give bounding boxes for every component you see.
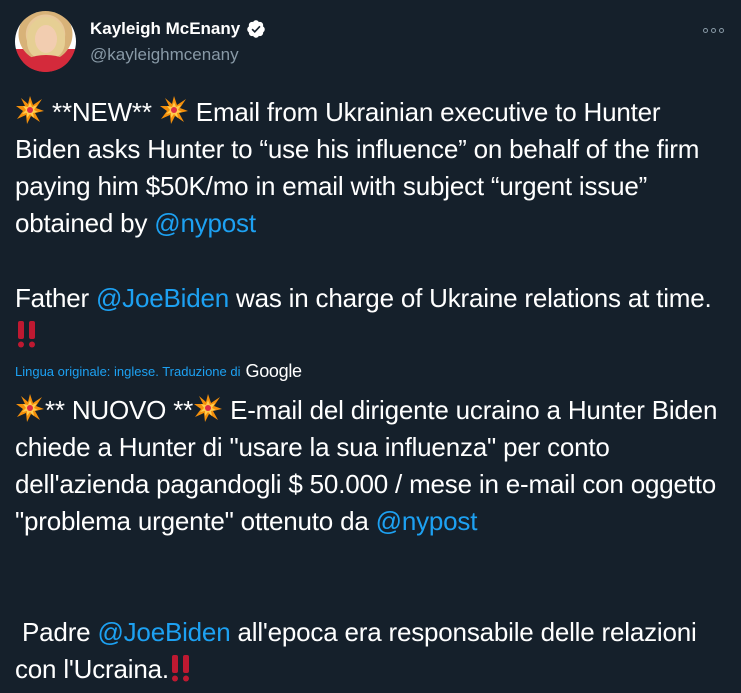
translated-text-paragraph-2: Padre @JoeBiden all'epoca era responsabi… — [15, 614, 730, 688]
translated-new-label: ** NUOVO ** — [45, 395, 194, 425]
verified-badge-icon — [246, 19, 266, 39]
double-exclamation-icon — [15, 319, 39, 349]
translated-padre-text: Padre — [15, 617, 98, 647]
collision-emoji-icon — [15, 95, 45, 125]
collision-emoji-icon — [15, 393, 45, 423]
translated-mention-joebiden-link[interactable]: @JoeBiden — [97, 617, 230, 647]
avatar-face — [35, 25, 57, 53]
author-name-row: Kayleigh McEnany — [90, 19, 266, 39]
translated-text-paragraph-1: ** NUOVO ** E-mail del dirigente ucraino… — [15, 392, 730, 540]
translation-label[interactable]: Lingua originale: inglese. Traduzione di — [15, 364, 241, 379]
google-logo: Google — [245, 361, 303, 381]
tweet-new-label: **NEW** — [45, 97, 159, 127]
translation-attribution: Lingua originale: inglese. Traduzione di… — [15, 361, 302, 382]
tweet-text-paragraph-2: Father @JoeBiden was in charge of Ukrain… — [15, 280, 730, 354]
tweet-father-text: Father — [15, 283, 96, 313]
tweet-ukraine-text: was in charge of Ukraine relations at ti… — [228, 283, 712, 313]
mention-joebiden-link[interactable]: @JoeBiden — [96, 283, 229, 313]
collision-emoji-icon — [159, 95, 189, 125]
avatar[interactable] — [15, 11, 76, 72]
double-exclamation-icon — [169, 653, 193, 683]
author-handle[interactable]: @kayleighmcenany — [90, 45, 239, 65]
more-options-icon[interactable] — [700, 20, 726, 40]
tweet-text-paragraph-1: **NEW** Email from Ukrainian executive t… — [15, 94, 730, 242]
translated-mention-nypost-link[interactable]: @nypost — [376, 506, 478, 536]
author-display-name[interactable]: Kayleigh McEnany — [90, 19, 240, 39]
tweet-card: Kayleigh McEnany @kayleighmcenany **NEW*… — [0, 0, 741, 693]
mention-nypost-link[interactable]: @nypost — [154, 208, 256, 238]
collision-emoji-icon — [193, 393, 223, 423]
avatar-dress — [21, 55, 71, 72]
